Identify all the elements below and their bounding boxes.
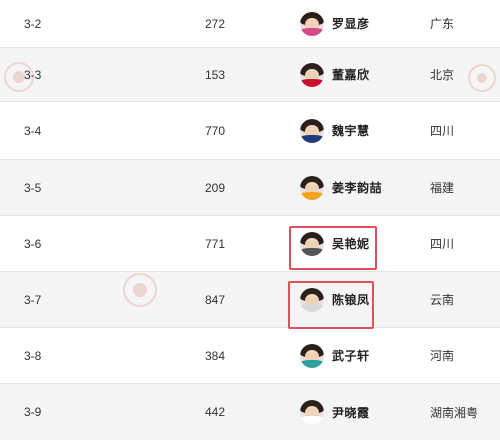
- table-row[interactable]: 3-2 272 罗显彦 广东: [0, 0, 500, 48]
- row-code: 3-7: [24, 292, 42, 307]
- player-cell: 姜李韵喆: [300, 160, 420, 215]
- table-row[interactable]: 3-7 847 陈锒凤 云南: [0, 272, 500, 328]
- player-cell: 罗显彦: [300, 0, 420, 47]
- table-row[interactable]: 3-5 209 姜李韵喆 福建: [0, 160, 500, 216]
- row-number: 384: [205, 348, 226, 363]
- row-code: 3-5: [24, 180, 42, 195]
- player-cell: 尹晓霞: [300, 384, 420, 440]
- row-region: 河南: [430, 349, 455, 363]
- table-row[interactable]: 3-8 384 武子轩 河南: [0, 328, 500, 384]
- athlete-avatar: [300, 11, 324, 36]
- player-cell: 吴艳妮: [300, 216, 420, 271]
- row-code: 3-6: [24, 236, 42, 251]
- player-cell: 陈锒凤: [300, 272, 420, 327]
- row-code: 3-2: [24, 16, 42, 31]
- row-number: 770: [205, 123, 226, 138]
- row-number: 272: [205, 16, 226, 31]
- athlete-avatar: [300, 118, 324, 143]
- athlete-avatar: [300, 175, 324, 200]
- athlete-avatar: [300, 231, 324, 256]
- player-cell: 董嘉欣: [300, 48, 420, 101]
- athlete-name[interactable]: 陈锒凤: [332, 291, 370, 308]
- row-code: 3-8: [24, 348, 42, 363]
- row-code: 3-9: [24, 405, 42, 419]
- table-row[interactable]: 3-3 153 董嘉欣 北京: [0, 48, 500, 102]
- row-code: 3-3: [24, 67, 42, 82]
- athlete-name[interactable]: 姜李韵喆: [332, 179, 382, 196]
- athlete-name[interactable]: 吴艳妮: [332, 235, 370, 252]
- row-number: 153: [205, 67, 226, 82]
- row-region: 湖南湘粤: [430, 405, 479, 420]
- row-region: 北京: [430, 68, 455, 82]
- athlete-avatar: [300, 62, 324, 87]
- row-region: 四川: [430, 124, 455, 138]
- row-region: 广东: [430, 17, 455, 31]
- athlete-name[interactable]: 罗显彦: [332, 15, 370, 32]
- table-row[interactable]: 3-6 771 吴艳妮 四川: [0, 216, 500, 272]
- athlete-name[interactable]: 武子轩: [332, 347, 370, 364]
- row-number: 209: [205, 180, 226, 195]
- athlete-name[interactable]: 董嘉欣: [332, 66, 370, 83]
- row-region: 云南: [430, 293, 455, 307]
- athlete-table: 3-2 272 罗显彦 广东 3-3 153 董嘉欣 北京 3-4 770 魏宇: [0, 0, 500, 440]
- athlete-avatar: [300, 343, 324, 368]
- player-cell: 魏宇慧: [300, 102, 420, 159]
- row-number: 442: [205, 405, 226, 419]
- row-number: 847: [205, 292, 226, 307]
- row-number: 771: [205, 236, 226, 251]
- athlete-name[interactable]: 魏宇慧: [332, 122, 370, 139]
- athlete-name[interactable]: 尹晓霞: [332, 404, 370, 421]
- row-region: 福建: [430, 181, 455, 195]
- player-cell: 武子轩: [300, 328, 420, 383]
- athlete-avatar: [300, 400, 324, 424]
- row-code: 3-4: [24, 123, 42, 138]
- row-region: 四川: [430, 237, 455, 251]
- table-row[interactable]: 3-4 770 魏宇慧 四川: [0, 102, 500, 160]
- athlete-avatar: [300, 287, 324, 312]
- table-row[interactable]: 3-9 442 尹晓霞 湖南湘粤: [0, 384, 500, 440]
